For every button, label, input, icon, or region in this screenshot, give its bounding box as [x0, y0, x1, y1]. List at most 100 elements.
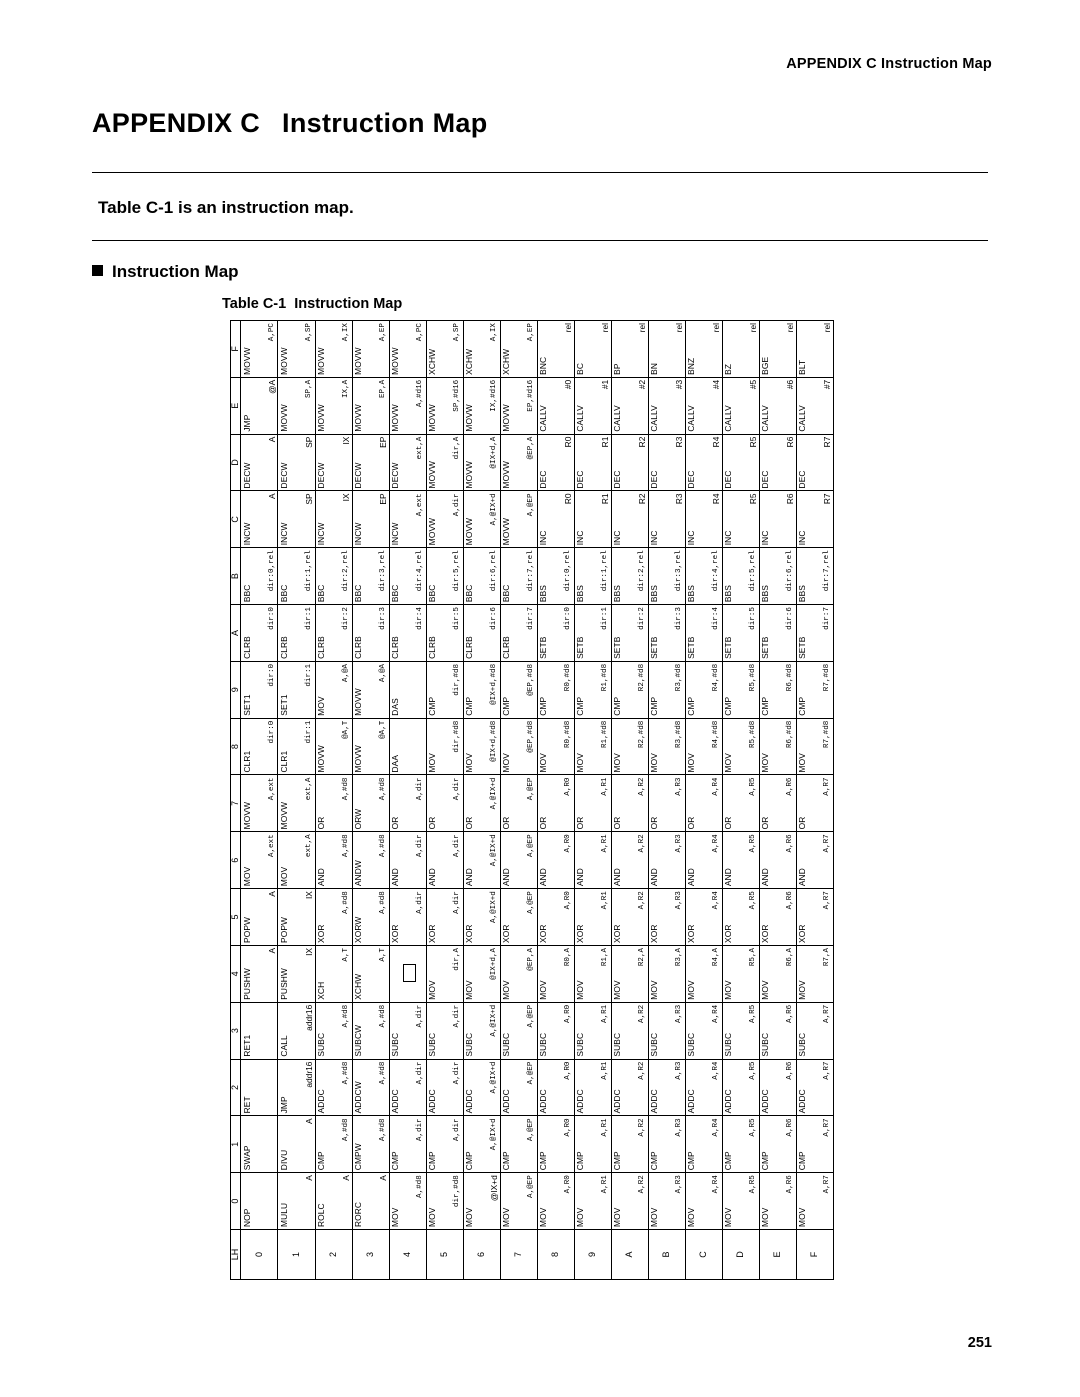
mnemonic: MOV — [612, 1207, 623, 1227]
mnemonic: ADDC — [316, 1089, 326, 1114]
operand: #1 — [599, 379, 610, 390]
operand: A,R1 — [600, 1061, 609, 1080]
mnemonic: BBC — [241, 584, 252, 603]
opcode-cell-5D: MOVW dir,A — [426, 434, 464, 491]
operand: A,#d8 — [415, 1175, 424, 1198]
mnemonic: AND — [501, 868, 512, 887]
operand: dir:7,rel — [823, 550, 832, 592]
mnemonic: DIVU — [278, 1149, 289, 1171]
opcode-cell-A9: CMP R2,#d8 — [611, 661, 649, 719]
operand: A,R0 — [563, 1118, 572, 1137]
operand: dir:1 — [304, 720, 313, 744]
mnemonic: DECW — [278, 462, 289, 489]
mnemonic: OR — [316, 816, 326, 830]
mnemonic: ADDC — [427, 1089, 438, 1114]
column-header-F: F — [230, 320, 241, 378]
opcode-cell-A3: SUBC A,R2 — [611, 1002, 649, 1060]
operand: @IX+d,A — [489, 947, 498, 980]
operand: dir:3 — [378, 607, 387, 630]
operand: R2,A — [637, 947, 646, 967]
opcode-cell-2A: CLRB dir:2 — [315, 604, 353, 662]
opcode-cell-63: SUBC A,@IX+d — [463, 1002, 501, 1060]
operand: addr16 — [303, 1061, 314, 1088]
mnemonic: MOV — [501, 753, 512, 773]
opcode-cell-B0: MOV A,R3 — [648, 1172, 686, 1230]
mnemonic: INCW — [316, 522, 326, 546]
opcode-cell-08: CLR1 dir:0 — [240, 718, 278, 775]
mnemonic: SETB — [649, 636, 660, 659]
operand: A — [266, 436, 277, 443]
table-corner-label: LH — [230, 1229, 241, 1280]
opcode-cell-58: MOV dir,#d8 — [426, 718, 464, 775]
operand: R5,#d8 — [748, 663, 757, 692]
operand: A,R1 — [600, 1175, 609, 1194]
mnemonic: SET1 — [241, 694, 252, 716]
table-row: F MOV A,R7 CMP A,R7 ADDC A,R7 SUBC A,R7 MOV R7,A XO… — [796, 320, 834, 1280]
operand: dir:0,rel — [267, 550, 276, 592]
operand: A,@EP — [526, 1004, 535, 1028]
mnemonic: SWAP — [241, 1145, 252, 1171]
operand: A,R0 — [563, 1061, 572, 1080]
mnemonic: SUBCW — [353, 1024, 364, 1057]
mnemonic: XCHW — [353, 973, 364, 1000]
mnemonic: INC — [575, 530, 586, 546]
mnemonic: SETB — [612, 636, 623, 659]
operand: A — [340, 1175, 351, 1181]
operand: A,dir — [452, 1004, 461, 1028]
mnemonic: SETB — [575, 636, 586, 659]
mnemonic: MOVW — [353, 688, 364, 716]
opcode-cell-8B: BBS dir:0,rel — [537, 547, 575, 605]
operand: R5 — [748, 436, 759, 448]
opcode-cell-0E: JMP @A — [240, 377, 278, 435]
operand: A,SP — [304, 323, 313, 342]
table-row: 6 MOV @IX+d CMP A,@IX+d ADDC A,@IX+d SUBC A,@IX+… — [463, 320, 501, 1280]
operand: A,@IX+d — [489, 777, 498, 810]
operand: R7,A — [823, 947, 832, 967]
column-header-0: 0 — [230, 1172, 241, 1230]
opcode-cell-4E: MOVW A,#d16 — [389, 377, 427, 435]
operand: A,#d8 — [341, 1061, 350, 1085]
opcode-cell-71: CMP A,@EP — [500, 1115, 538, 1173]
mnemonic: MOV — [501, 1207, 512, 1227]
mnemonic: MOV — [797, 1207, 808, 1227]
mnemonic: AND — [464, 868, 475, 887]
mnemonic: SUBC — [575, 1032, 586, 1057]
row-header-8: 8 — [537, 1229, 575, 1280]
operand: R3 — [674, 493, 684, 505]
mnemonic: CLRB — [501, 636, 512, 659]
mnemonic: CMP — [501, 1151, 512, 1171]
operand: R4 — [711, 436, 722, 448]
opcode-cell-B9: CMP R3,#d8 — [648, 661, 686, 719]
mnemonic: CALLV — [723, 405, 734, 432]
mnemonic: BBC — [278, 584, 289, 603]
operand: A,R7 — [823, 1118, 832, 1137]
operand: A,R5 — [748, 777, 757, 796]
table-row: 0 NOP SWAP RET RET1 PUSHW A POPW A MOV A,ext MOVW A,… — [240, 320, 278, 1280]
operand: A — [266, 891, 277, 897]
operand: A,R4 — [711, 1118, 720, 1137]
opcode-cell-D3: SUBC A,R5 — [722, 1002, 760, 1060]
mnemonic: SUBC — [464, 1032, 475, 1057]
operand: A,R5 — [748, 1118, 757, 1137]
operand: A,R4 — [711, 891, 720, 910]
operand: A,R4 — [711, 1061, 720, 1080]
opcode-cell-E6: AND A,R6 — [759, 831, 797, 889]
operand: R0 — [562, 436, 573, 448]
opcode-cell-F5: XOR A,R7 — [796, 888, 834, 946]
operand: dir:2 — [341, 607, 350, 630]
operand: A,dir — [415, 1061, 424, 1085]
opcode-cell-48: DAA — [389, 718, 427, 775]
operand: A,R0 — [563, 834, 572, 853]
opcode-cell-EA: SETB dir:6 — [759, 604, 797, 662]
opcode-cell-F7: OR A,R7 — [796, 775, 834, 832]
mnemonic: CLR1 — [241, 750, 252, 773]
operand: @IX+d,#d8 — [489, 663, 498, 705]
opcode-cell-60: MOV @IX+d — [463, 1172, 501, 1230]
mnemonic: INC — [649, 530, 660, 546]
mnemonic: SUBC — [760, 1032, 771, 1057]
mnemonic: DEC — [649, 470, 660, 489]
operand: ext,A — [304, 777, 313, 801]
operand: SP,#d16 — [452, 379, 461, 412]
opcode-cell-D1: CMP A,R5 — [722, 1115, 760, 1173]
mnemonic: AND — [649, 868, 660, 887]
